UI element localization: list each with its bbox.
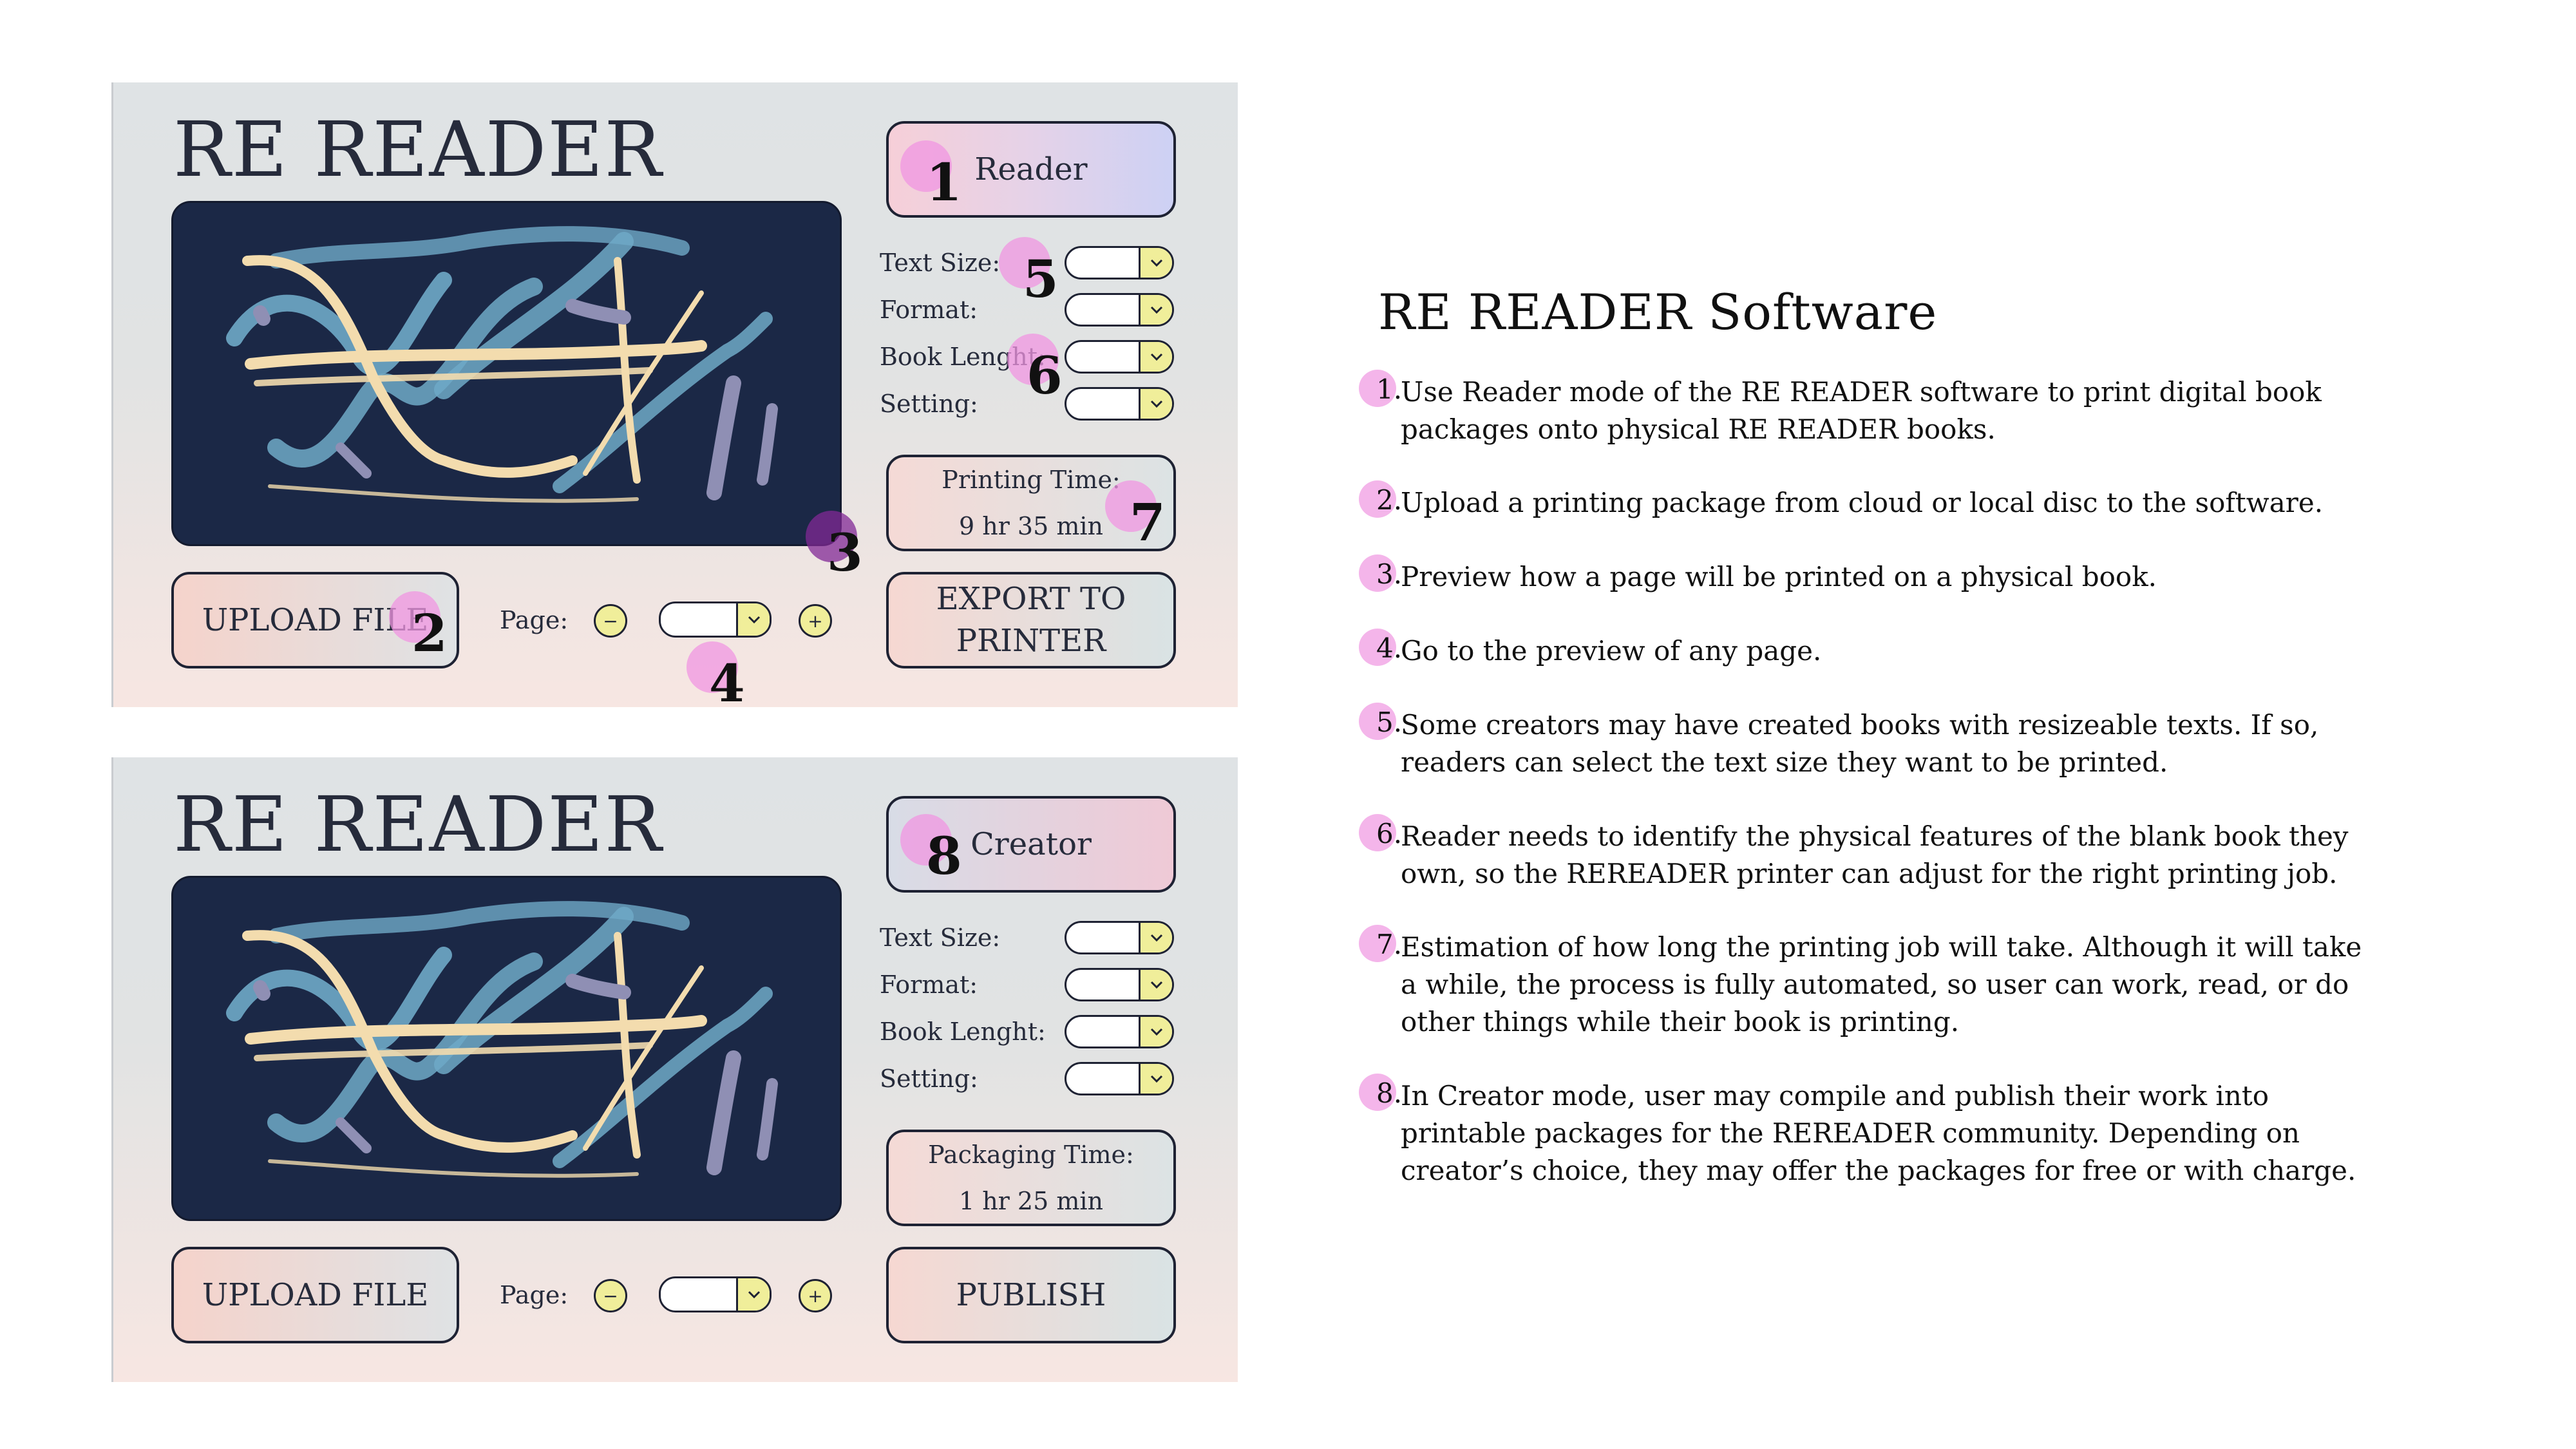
export-to-printer-button[interactable]: EXPORT TO PRINTER bbox=[886, 572, 1176, 668]
chevron-down-icon bbox=[736, 1278, 770, 1311]
time-value: 9 hr 35 min bbox=[958, 512, 1104, 540]
setting-label: Setting: bbox=[880, 1065, 978, 1093]
callout-number: 1 bbox=[926, 152, 962, 213]
chevron-down-icon bbox=[736, 603, 770, 636]
callout-number: 7 bbox=[1130, 492, 1166, 553]
app-title: RE READER bbox=[173, 780, 663, 869]
doc-item-text: Reader needs to identify the physical fe… bbox=[1401, 820, 2349, 889]
setting-row-text-size: Text Size: bbox=[880, 918, 1182, 957]
setting-select[interactable] bbox=[1065, 1062, 1174, 1095]
chevron-down-icon bbox=[1139, 248, 1172, 278]
chevron-down-icon bbox=[1139, 923, 1172, 952]
reader-mode-panel: RE READER Reader Text Size: Format: Book… bbox=[111, 82, 1238, 714]
callout-number: 6 bbox=[1027, 345, 1063, 406]
chevron-down-icon bbox=[1139, 295, 1172, 325]
mode-label: Reader bbox=[974, 151, 1088, 187]
time-label: Printing Time: bbox=[942, 465, 1121, 494]
page-select[interactable] bbox=[659, 601, 772, 638]
setting-label: Setting: bbox=[880, 390, 978, 418]
text-size-select[interactable] bbox=[1065, 921, 1174, 954]
action-label-line1: EXPORT TO bbox=[936, 581, 1126, 618]
book-length-label: Book Lenght: bbox=[880, 1018, 1046, 1046]
page-label: Page: bbox=[500, 1281, 569, 1309]
chevron-down-icon bbox=[1139, 389, 1172, 419]
book-length-select[interactable] bbox=[1065, 340, 1174, 374]
doc-item-number: 2. bbox=[1376, 484, 1403, 516]
doc-item-text: Upload a printing package from cloud or … bbox=[1401, 487, 2324, 518]
next-page-button[interactable]: + bbox=[799, 604, 832, 638]
documentation-title: RE READER Software bbox=[1378, 283, 1938, 341]
doc-item-number: 6. bbox=[1376, 818, 1403, 849]
book-length-select[interactable] bbox=[1065, 1015, 1174, 1048]
mode-label: Creator bbox=[971, 826, 1092, 862]
previous-page-button[interactable]: − bbox=[594, 604, 627, 638]
app-title: RE READER bbox=[173, 105, 663, 194]
callout-number: 4 bbox=[709, 653, 745, 714]
chevron-down-icon bbox=[1139, 342, 1172, 372]
chevron-down-icon bbox=[1139, 1064, 1172, 1094]
upload-label: UPLOAD FILE bbox=[202, 1276, 429, 1313]
doc-item-text: Use Reader mode of the RE READER softwar… bbox=[1401, 376, 2322, 445]
callout-number: 2 bbox=[412, 603, 448, 663]
page-preview bbox=[171, 876, 842, 1221]
plus-icon: + bbox=[808, 610, 823, 632]
doc-item-text: Go to the preview of any page. bbox=[1401, 635, 1822, 667]
callout-number: 8 bbox=[926, 826, 962, 886]
minus-icon: − bbox=[603, 1285, 618, 1307]
page-preview bbox=[171, 201, 842, 546]
doc-item-number: 7. bbox=[1376, 929, 1403, 960]
format-select[interactable] bbox=[1065, 968, 1174, 1001]
setting-row-book-length: Book Lenght: bbox=[880, 1012, 1182, 1051]
setting-select[interactable] bbox=[1065, 387, 1174, 421]
format-select[interactable] bbox=[1065, 293, 1174, 327]
plus-icon: + bbox=[808, 1285, 823, 1307]
upload-file-button[interactable]: UPLOAD FILE bbox=[171, 1247, 459, 1343]
action-label: PUBLISH bbox=[956, 1276, 1106, 1313]
action-label-line2: PRINTER bbox=[956, 623, 1106, 659]
creator-mode-panel: RE READER Creator Text Size: Format: Boo… bbox=[111, 757, 1238, 1382]
brush-artwork bbox=[226, 901, 778, 1178]
publish-button[interactable]: PUBLISH bbox=[886, 1247, 1176, 1343]
doc-item-number: 1. bbox=[1376, 374, 1403, 405]
next-page-button[interactable]: + bbox=[799, 1279, 832, 1312]
time-value: 1 hr 25 min bbox=[958, 1187, 1104, 1215]
packaging-time-display: Packaging Time: 1 hr 25 min bbox=[886, 1130, 1176, 1226]
doc-item-text: Some creators may have created books wit… bbox=[1401, 709, 2319, 778]
callout-number: 3 bbox=[827, 522, 863, 583]
time-label: Packaging Time: bbox=[928, 1140, 1134, 1169]
doc-item-text: Preview how a page will be printed on a … bbox=[1401, 561, 2157, 592]
minus-icon: − bbox=[603, 610, 618, 632]
text-size-select[interactable] bbox=[1065, 246, 1174, 279]
doc-item-number: 5. bbox=[1376, 706, 1403, 738]
page-select[interactable] bbox=[659, 1276, 772, 1312]
brush-artwork bbox=[226, 226, 778, 503]
chevron-down-icon bbox=[1139, 1017, 1172, 1046]
callout-number: 5 bbox=[1023, 249, 1059, 309]
doc-item-number: 8. bbox=[1376, 1077, 1403, 1109]
previous-page-button[interactable]: − bbox=[594, 1279, 627, 1312]
setting-row-format: Format: bbox=[880, 965, 1182, 1004]
format-label: Format: bbox=[880, 296, 978, 324]
doc-item-text: In Creator mode, user may compile and pu… bbox=[1401, 1080, 2356, 1186]
page-label: Page: bbox=[500, 606, 569, 634]
text-size-label: Text Size: bbox=[880, 923, 1001, 952]
text-size-label: Text Size: bbox=[880, 249, 1001, 277]
doc-item-text: Estimation of how long the printing job … bbox=[1401, 931, 2362, 1037]
doc-item-number: 4. bbox=[1376, 632, 1403, 664]
doc-item-number: 3. bbox=[1376, 558, 1403, 590]
chevron-down-icon bbox=[1139, 970, 1172, 999]
setting-row-setting: Setting: bbox=[880, 1059, 1182, 1098]
format-label: Format: bbox=[880, 971, 978, 999]
